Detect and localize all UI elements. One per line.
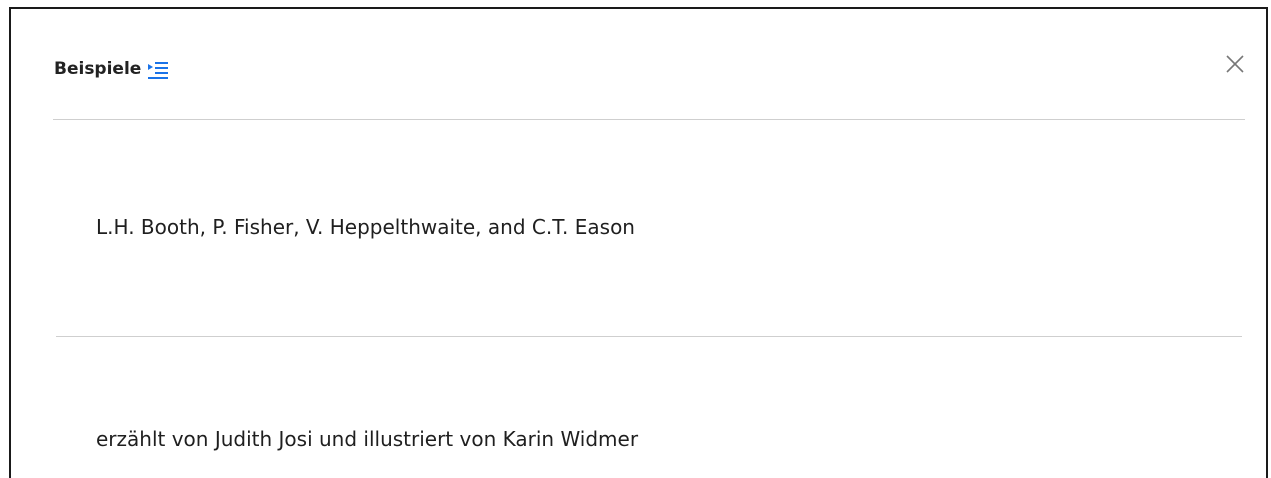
dialog-title: Beispiele xyxy=(54,59,169,79)
example-entry: L.H. Booth, P. Fisher, V. Heppelthwaite,… xyxy=(96,215,635,239)
list-indent-icon[interactable] xyxy=(147,60,169,80)
entry-divider xyxy=(56,336,1242,337)
header-divider xyxy=(53,119,1245,120)
dialog-header: Beispiele xyxy=(11,9,1266,119)
examples-dialog: Beispiele L.H. Booth, P. Fisher, V. Hepp… xyxy=(9,7,1268,478)
close-icon xyxy=(1226,55,1244,73)
close-button[interactable] xyxy=(1222,51,1248,77)
example-entry: erzählt von Judith Josi und illustriert … xyxy=(96,427,639,451)
page-backdrop: Beispiele L.H. Booth, P. Fisher, V. Hepp… xyxy=(0,0,1271,478)
dialog-title-text: Beispiele xyxy=(54,59,142,79)
